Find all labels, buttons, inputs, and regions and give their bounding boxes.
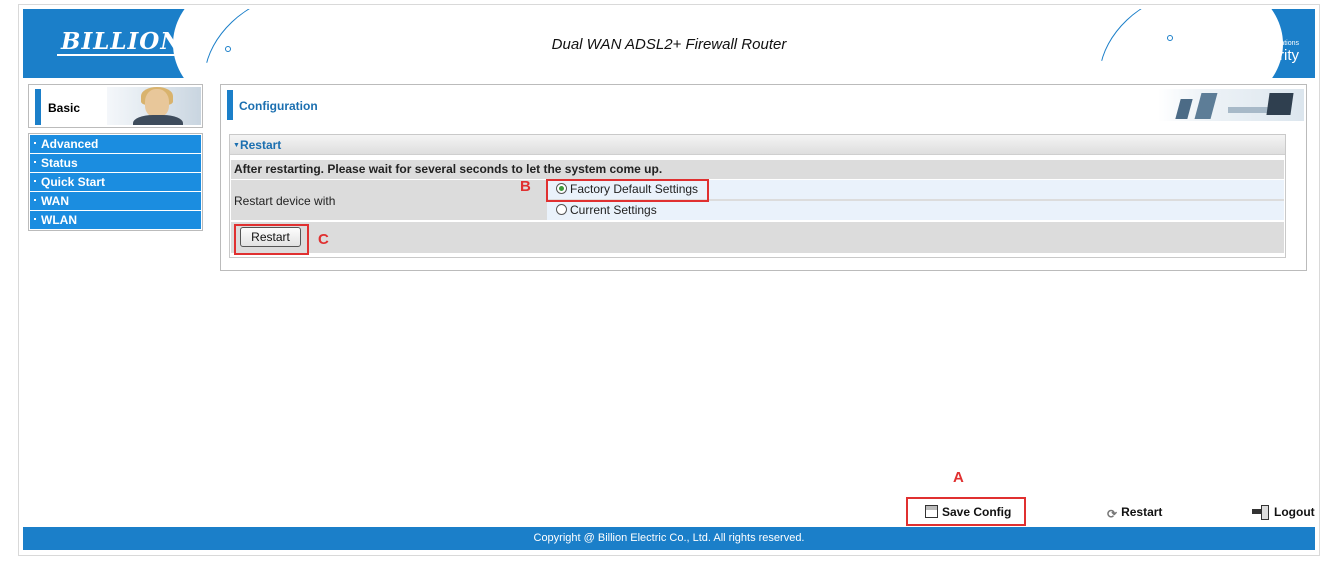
sidebar-item-label: WLAN	[41, 213, 77, 227]
woman-photo	[107, 87, 201, 125]
callout-box-c	[234, 224, 309, 255]
radio-current-settings[interactable]	[556, 204, 567, 215]
restart-button-row: Restart	[231, 222, 1284, 253]
save-config-button[interactable]: Save Config	[925, 505, 1011, 519]
restart-device-row: Restart device with Factory Default Sett…	[231, 180, 1284, 220]
basic-label: Basic	[48, 101, 81, 115]
option-label: Current Settings	[570, 203, 657, 217]
restart-device-label: Restart device with	[234, 194, 336, 208]
restart-note: After restarting. Please wait for severa…	[231, 160, 1284, 179]
slogan-communications: communications	[1248, 40, 1299, 47]
bullet-icon	[34, 161, 36, 164]
sidebar-item-label: Advanced	[41, 137, 99, 151]
sidebar-item-label: Status	[41, 156, 78, 170]
bullet-icon	[34, 199, 36, 202]
save-config-label: Save Config	[942, 505, 1012, 519]
section-header[interactable]: ▼Restart	[230, 135, 1285, 155]
panel-accent-bar	[227, 90, 233, 120]
restart-icon: ⟳	[1107, 507, 1118, 521]
sidebar-item-advanced[interactable]: Advanced	[30, 135, 201, 153]
slogan-powering: Powering	[1200, 37, 1246, 48]
callout-box-b	[546, 179, 709, 202]
sidebar-item-status[interactable]: Status	[30, 154, 201, 172]
bullet-icon	[34, 218, 36, 221]
sidebar-item-label: WAN	[41, 194, 69, 208]
logout-label: Logout	[1274, 505, 1315, 519]
office-image	[1158, 89, 1304, 121]
sidebar-menu: Advanced Status Quick Start WAN WLAN	[28, 133, 203, 231]
header-banner: BILLION Dual WAN ADSL2+ Firewall Router …	[23, 9, 1315, 78]
logout-button[interactable]: Logout	[1252, 505, 1315, 520]
bullet-icon	[34, 180, 36, 183]
section-title: Restart	[239, 138, 282, 152]
sidebar-item-label: Quick Start	[41, 175, 106, 189]
floppy-disk-icon	[925, 505, 938, 518]
restart-label: Restart	[1121, 505, 1163, 519]
basic-section[interactable]: Basic	[28, 84, 203, 128]
copyright-footer: Copyright @ Billion Electric Co., Ltd. A…	[23, 527, 1315, 550]
slogan: Powering communications with Security	[1201, 37, 1299, 64]
collapse-arrow-icon: ▼	[233, 142, 240, 149]
callout-label-b: B	[520, 178, 531, 195]
panel-title: Configuration	[239, 99, 318, 113]
callout-label-a: A	[953, 469, 964, 486]
basic-accent-bar	[35, 89, 41, 125]
sidebar-item-quick-start[interactable]: Quick Start	[30, 173, 201, 191]
slogan-security: Security	[1244, 47, 1299, 64]
logout-icon	[1252, 505, 1270, 520]
slogan-with: with	[1226, 53, 1241, 62]
toolbar-restart-button[interactable]: ⟳ Restart	[1107, 505, 1162, 521]
option-current-settings[interactable]: Current Settings	[547, 201, 1284, 220]
restart-section: ▼Restart After restarting. Please wait f…	[229, 134, 1286, 258]
router-title: Dual WAN ADSL2+ Firewall Router	[551, 36, 787, 53]
bullet-icon	[34, 142, 36, 145]
sidebar-item-wlan[interactable]: WLAN	[30, 211, 201, 229]
sidebar-item-wan[interactable]: WAN	[30, 192, 201, 210]
callout-label-c: C	[318, 231, 329, 248]
